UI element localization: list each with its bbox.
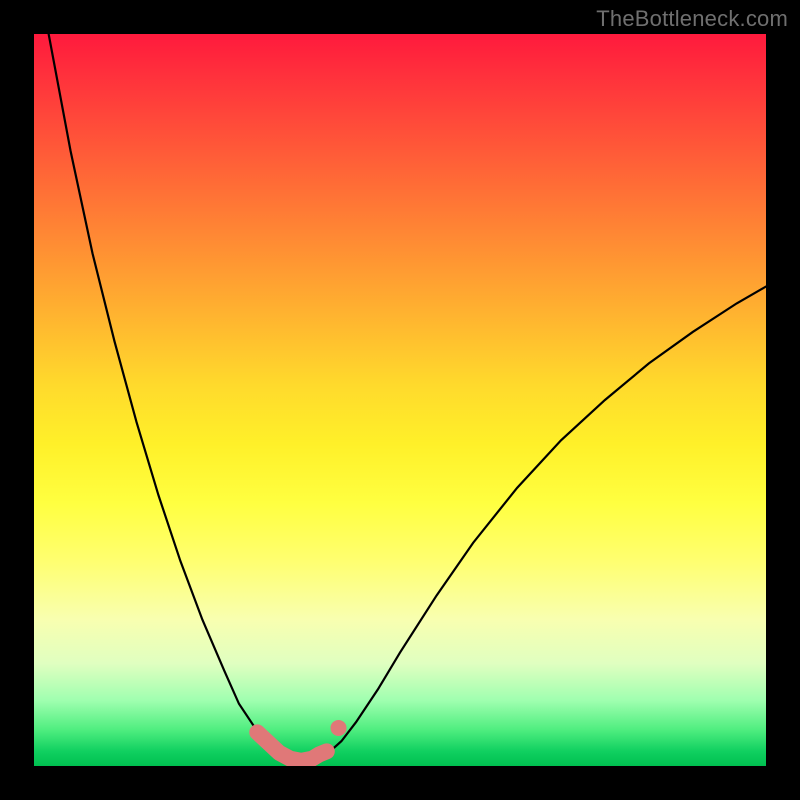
curve-group xyxy=(49,34,766,762)
plot-area xyxy=(34,34,766,766)
bottleneck-curve xyxy=(49,34,766,762)
watermark-text: TheBottleneck.com xyxy=(596,6,788,32)
chart-frame: TheBottleneck.com xyxy=(0,0,800,800)
optimal-band-line xyxy=(257,732,327,761)
plot-svg xyxy=(34,34,766,766)
highlight-end-dot xyxy=(331,720,347,736)
